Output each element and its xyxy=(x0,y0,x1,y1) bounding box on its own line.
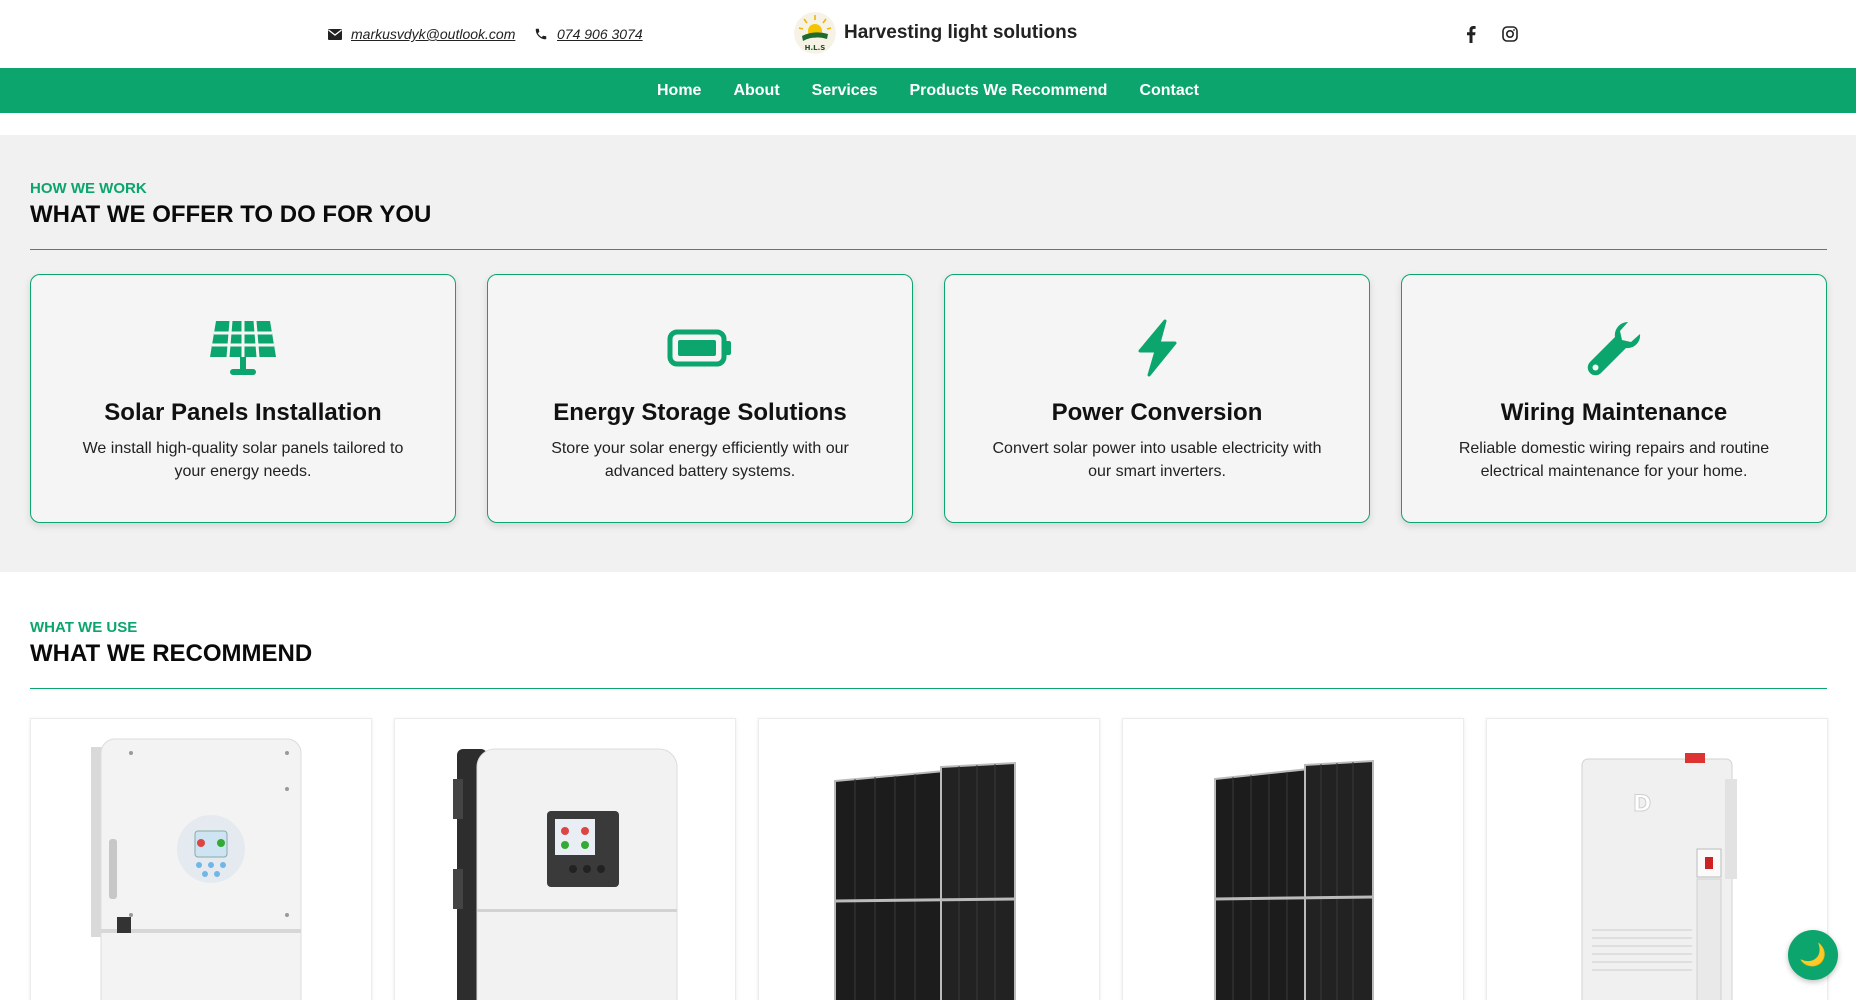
solar-panel-icon xyxy=(210,320,276,375)
wrench-icon xyxy=(1587,322,1641,376)
phone-icon xyxy=(535,28,547,40)
service-description: Reliable domestic wiring repairs and rou… xyxy=(1458,440,1770,480)
facebook-icon[interactable] xyxy=(1466,25,1476,43)
hybrid-inverter-image xyxy=(453,748,678,1000)
instagram-icon[interactable] xyxy=(1502,26,1518,42)
brand-logo-text: H.L.S xyxy=(805,44,826,52)
divider xyxy=(30,249,1827,250)
email-contact: markusvdyk@outlook.com xyxy=(328,0,515,68)
phone-contact: 074 906 3074 xyxy=(534,0,643,68)
nav-products[interactable]: Products We Recommend xyxy=(909,82,1107,100)
product-card[interactable] xyxy=(758,718,1100,1000)
product-list: D xyxy=(30,718,1828,1000)
solar-panel-image xyxy=(834,761,1016,1000)
service-card-solar[interactable]: Solar Panels Installation We install hig… xyxy=(30,274,456,523)
service-title: Solar Panels Installation xyxy=(104,399,382,426)
brand-name: Harvesting light solutions xyxy=(844,22,1078,43)
svg-text:D: D xyxy=(1633,792,1651,817)
product-card[interactable] xyxy=(30,718,372,1000)
service-card-storage[interactable]: Energy Storage Solutions Store your sola… xyxy=(487,274,913,523)
brand-logo: H.L.S xyxy=(794,12,836,54)
product-card[interactable]: D xyxy=(1486,718,1828,1000)
email-link[interactable]: markusvdyk@outlook.com xyxy=(351,26,515,42)
battery-icon xyxy=(667,329,731,367)
service-title: Power Conversion xyxy=(1051,399,1263,426)
service-title: Wiring Maintenance xyxy=(1500,399,1728,426)
brand[interactable]: H.L.S Harvesting light solutions xyxy=(794,12,1077,54)
products-eyebrow: WHAT WE USE xyxy=(30,619,138,636)
service-description: We install high-quality solar panels tai… xyxy=(82,440,404,480)
service-card-conversion[interactable]: Power Conversion Convert solar power int… xyxy=(944,274,1370,523)
moon-icon: 🌙 xyxy=(1799,942,1827,967)
envelope-icon xyxy=(328,28,342,40)
products-heading: WHAT WE RECOMMEND xyxy=(30,640,313,667)
top-bar: markusvdyk@outlook.com 074 906 3074 H.L.… xyxy=(0,0,1856,68)
service-description: Convert solar power into usable electric… xyxy=(992,440,1322,480)
solar-panel-image xyxy=(1214,759,1374,1000)
nav-home[interactable]: Home xyxy=(657,82,701,100)
divider xyxy=(30,688,1827,689)
lightning-bolt-icon xyxy=(1138,319,1177,377)
products-header: WHAT WE USE WHAT WE RECOMMEND xyxy=(30,619,1827,689)
product-card[interactable] xyxy=(1122,718,1464,1000)
phone-link[interactable]: 074 906 3074 xyxy=(557,26,643,42)
battery-storage-image: D xyxy=(1581,753,1737,1000)
services-heading: WHAT WE OFFER TO DO FOR YOU xyxy=(30,201,432,228)
product-card[interactable] xyxy=(394,718,736,1000)
nav-services[interactable]: Services xyxy=(812,82,878,100)
nav-about[interactable]: About xyxy=(733,82,779,100)
nav-contact[interactable]: Contact xyxy=(1139,82,1199,100)
service-description: Store your solar energy efficiently with… xyxy=(551,440,849,480)
service-title: Energy Storage Solutions xyxy=(553,399,847,426)
services-section: HOW WE WORK WHAT WE OFFER TO DO FOR YOU … xyxy=(0,135,1856,572)
services-header: HOW WE WORK WHAT WE OFFER TO DO FOR YOU xyxy=(30,180,1827,250)
products-section: WHAT WE USE WHAT WE RECOMMEND D xyxy=(0,572,1856,1000)
dark-mode-toggle[interactable]: 🌙 xyxy=(1788,930,1838,980)
main-nav: Home About Services Products We Recommen… xyxy=(0,68,1856,113)
hybrid-inverter-image xyxy=(91,738,302,1000)
service-card-wiring[interactable]: Wiring Maintenance Reliable domestic wir… xyxy=(1401,274,1827,523)
service-cards: Solar Panels Installation We install hig… xyxy=(30,274,1827,523)
social-links xyxy=(1466,0,1518,68)
services-eyebrow: HOW WE WORK xyxy=(30,180,147,197)
